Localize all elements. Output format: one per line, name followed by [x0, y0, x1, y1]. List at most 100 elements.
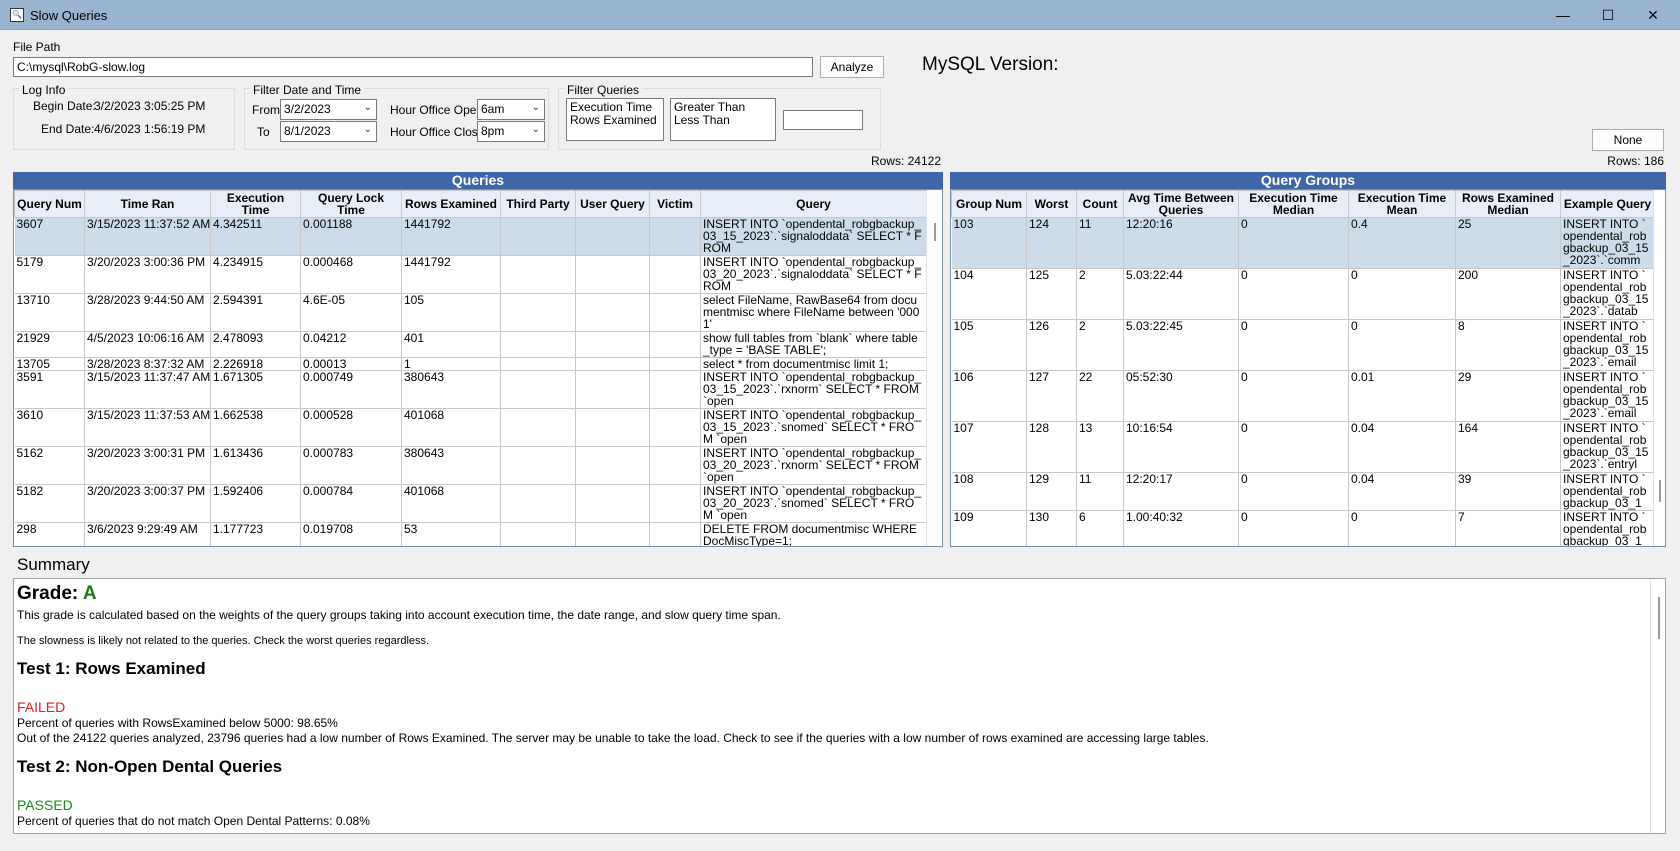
- column-header[interactable]: User Query: [575, 190, 650, 218]
- to-date-picker[interactable]: 8/1/2023 ⌄: [280, 121, 377, 142]
- office-closes-select[interactable]: 8pm ⌄: [477, 121, 545, 142]
- groups-scrollbar[interactable]: [1653, 190, 1665, 546]
- filter-field-item[interactable]: Rows Examined: [570, 114, 660, 127]
- filter-comparator-item[interactable]: Less Than: [674, 114, 772, 127]
- minimize-icon[interactable]: —: [1540, 0, 1586, 30]
- cell-query: select FileName, RawBase64 from document…: [700, 293, 927, 332]
- filter-value-input[interactable]: [783, 110, 863, 130]
- queries-scroll-thumb[interactable]: [934, 223, 936, 241]
- column-header[interactable]: Execution Time: [210, 190, 301, 218]
- analyze-button[interactable]: Analyze: [820, 56, 884, 78]
- table-row[interactable]: 105 126 2 5.03:22:45 0 0 8 INSERT INTO `openden…: [951, 319, 1655, 371]
- cell-count: 22: [1076, 370, 1124, 422]
- cell-med: 0: [1238, 370, 1349, 422]
- column-header[interactable]: Query Num: [14, 190, 85, 218]
- none-button[interactable]: None: [1592, 129, 1664, 151]
- close-icon[interactable]: ✕: [1630, 0, 1676, 30]
- cell-rmed: 39: [1455, 472, 1561, 511]
- office-opens-label: Hour Office Opens: [390, 103, 490, 117]
- cell-third: [500, 484, 576, 523]
- column-header[interactable]: Example Query: [1560, 190, 1655, 218]
- office-opens-select[interactable]: 6am ⌄: [477, 99, 545, 120]
- to-label: To: [257, 125, 270, 139]
- test2-title: Test 2: Non-Open Dental Queries: [17, 757, 283, 776]
- cell-g: 103: [951, 217, 1027, 269]
- column-header[interactable]: Avg Time Between Queries: [1123, 190, 1239, 218]
- cell-worst: 128: [1026, 421, 1077, 473]
- maximize-icon[interactable]: ☐: [1585, 0, 1631, 30]
- queries-table: Query Num Time Ran Execution Time Query …: [14, 190, 927, 546]
- column-header[interactable]: Execution Time Median: [1238, 190, 1349, 218]
- cell-user: [575, 217, 650, 256]
- table-row[interactable]: 106 127 22 05:52:30 0 0.01 29 INSERT INTO `open…: [951, 370, 1655, 422]
- cell-worst: 125: [1026, 268, 1077, 320]
- queries-scrollbar[interactable]: [926, 190, 942, 546]
- column-header[interactable]: Rows Examined: [401, 190, 501, 218]
- cell-mean: 0.01: [1348, 370, 1456, 422]
- column-header[interactable]: Group Num: [951, 190, 1027, 218]
- window-title: Slow Queries: [30, 8, 108, 23]
- cell-query: show full tables from `blank` where tabl…: [700, 331, 927, 358]
- column-header[interactable]: Rows Examined Median: [1455, 190, 1561, 218]
- filter-field-list[interactable]: Execution Time Rows Examined: [566, 98, 664, 141]
- column-header[interactable]: Count: [1076, 190, 1124, 218]
- table-row[interactable]: 13710 3/28/2023 9:44:50 AM 2.594391 4.6E-05…: [14, 293, 927, 332]
- cell-exec: 2.478093: [210, 331, 301, 358]
- table-row[interactable]: 3607 3/15/2023 11:37:52 AM 4.342511 0.00118…: [14, 217, 927, 256]
- cell-victim: [649, 293, 701, 332]
- table-row[interactable]: 103 124 11 12:20:16 0 0.4 25 INSERT INTO `opend…: [951, 217, 1655, 269]
- column-header[interactable]: Third Party: [500, 190, 576, 218]
- cell-med: 0: [1238, 217, 1349, 269]
- cell-ex: INSERT INTO `opendental_robgbackup_03_15…: [1560, 268, 1655, 320]
- cell-med: 0: [1238, 319, 1349, 371]
- cell-ex: INSERT INTO `opendental_robgbackup_03_15…: [1560, 217, 1655, 269]
- summary-scroll-thumb[interactable]: [1658, 597, 1660, 639]
- table-row[interactable]: 21929 4/5/2023 10:06:16 AM 2.478093 0.04212…: [14, 331, 927, 358]
- cell-num: 21929: [14, 331, 85, 358]
- cell-rows: 380643: [401, 446, 501, 485]
- column-header[interactable]: Execution Time Mean: [1348, 190, 1456, 218]
- column-header[interactable]: Time Ran: [84, 190, 211, 218]
- cell-rows: 401: [401, 331, 501, 358]
- table-row[interactable]: 13705 3/28/2023 8:37:32 AM 2.226918 0.00013…: [14, 357, 927, 371]
- test1-line1: Percent of queries with RowsExamined bel…: [17, 716, 338, 730]
- cell-lock: 4.6E-05: [300, 293, 402, 332]
- cell-lock: 0.00013: [300, 357, 402, 371]
- from-date-picker[interactable]: 3/2/2023 ⌄: [280, 99, 377, 120]
- table-row[interactable]: 3610 3/15/2023 11:37:53 AM 1.662538 0.00052…: [14, 408, 927, 447]
- table-row[interactable]: 298 3/6/2023 9:29:49 AM 1.177723 0.019708 53…: [14, 522, 927, 546]
- table-row[interactable]: 5182 3/20/2023 3:00:37 PM 1.592406 0.000784…: [14, 484, 927, 523]
- cell-query: INSERT INTO `opendental_robgbackup_03_15…: [700, 408, 927, 447]
- table-row[interactable]: 107 128 13 10:16:54 0 0.04 164 INSERT INTO `ope…: [951, 421, 1655, 473]
- cell-med: 0: [1238, 268, 1349, 320]
- mysql-version-label: MySQL Version:: [922, 54, 1059, 75]
- column-header[interactable]: Worst: [1026, 190, 1077, 218]
- cell-rows: 401068: [401, 484, 501, 523]
- groups-grid-title: Query Groups: [950, 172, 1666, 189]
- summary-panel: Grade: A This grade is calculated based …: [13, 578, 1666, 834]
- cell-count: 2: [1076, 319, 1124, 371]
- cell-count: 2: [1076, 268, 1124, 320]
- table-row[interactable]: 3591 3/15/2023 11:37:47 AM 1.671305 0.00074…: [14, 370, 927, 409]
- table-row[interactable]: 108 129 11 12:20:17 0 0.04 39 INSERT INTO `open…: [951, 472, 1655, 511]
- column-header[interactable]: Victim: [649, 190, 701, 218]
- cell-avg: 5.03:22:45: [1123, 319, 1239, 371]
- table-row[interactable]: 109 130 6 1.00:40:32 0 0 7 INSERT INTO `openden…: [951, 510, 1655, 546]
- table-row[interactable]: 5162 3/20/2023 3:00:31 PM 1.613436 0.000783…: [14, 446, 927, 485]
- cell-user: [575, 446, 650, 485]
- table-row[interactable]: 104 125 2 5.03:22:44 0 0 200 INSERT INTO `opend…: [951, 268, 1655, 320]
- filter-comparator-list[interactable]: Greater Than Less Than: [670, 98, 776, 141]
- cell-num: 3610: [14, 408, 85, 447]
- file-path-input[interactable]: C:\mysql\RobG-slow.log: [13, 57, 813, 77]
- column-header[interactable]: Query: [700, 190, 927, 218]
- cell-rmed: 164: [1455, 421, 1561, 473]
- cell-count: 13: [1076, 421, 1124, 473]
- summary-scrollbar[interactable]: [1650, 579, 1665, 833]
- column-header[interactable]: Query Lock Time: [300, 190, 402, 218]
- summary-label: Summary: [17, 555, 90, 574]
- cell-rows: 1441792: [401, 217, 501, 256]
- table-row[interactable]: 5179 3/20/2023 3:00:36 PM 4.234915 0.000468…: [14, 255, 927, 294]
- cell-time: 3/15/2023 11:37:53 AM: [84, 408, 211, 447]
- groups-scroll-thumb[interactable]: [1659, 480, 1661, 502]
- cell-query: INSERT INTO `opendental_robgbackup_03_20…: [700, 484, 927, 523]
